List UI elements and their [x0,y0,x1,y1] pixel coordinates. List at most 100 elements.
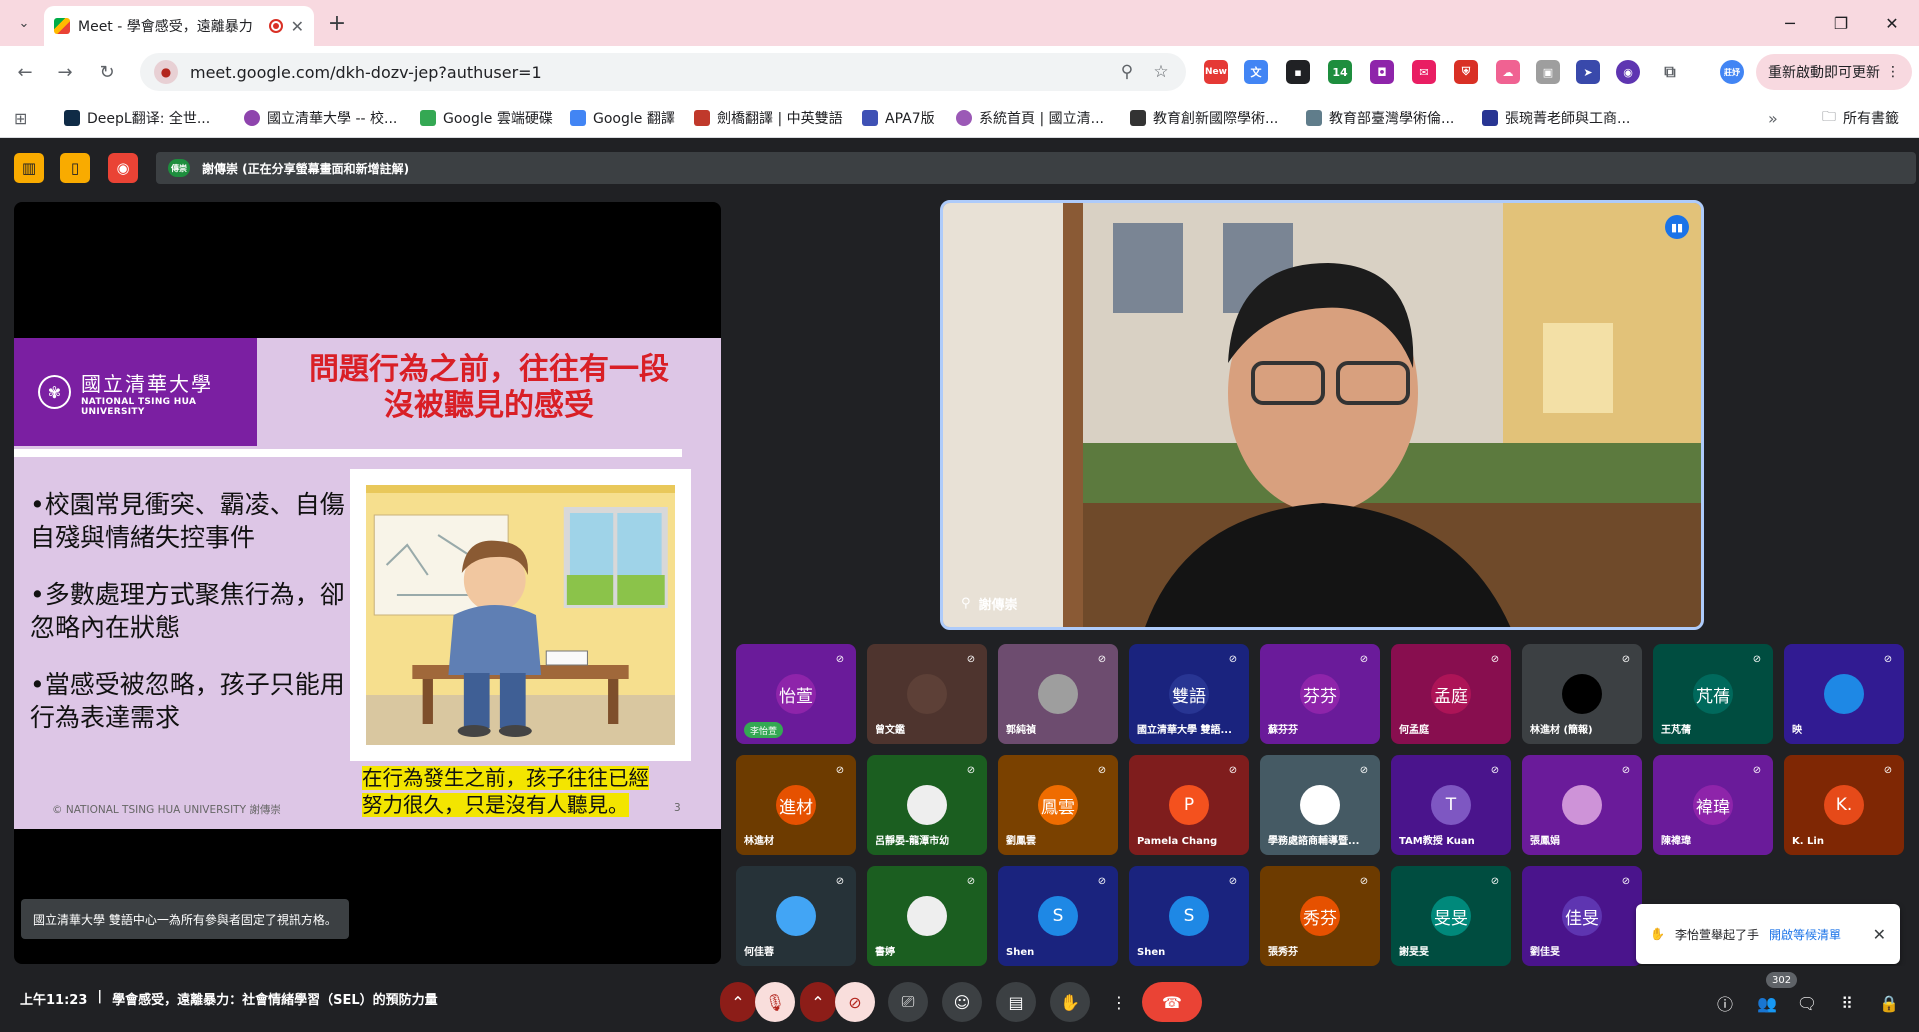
participant-name: 國立清華大學 雙語... [1137,725,1232,736]
bookmark-item[interactable]: APA7版 [862,107,935,129]
forward-icon[interactable]: → [52,59,78,85]
participant-tile[interactable]: 進材 ⊘ 林進材 [736,755,856,855]
extension-icon[interactable]: ✉ [1412,60,1436,84]
emoji-reactions-icon[interactable]: ☺ [942,982,982,1022]
participant-avatar [1038,674,1078,714]
microphone-in-use-icon[interactable]: ● [154,60,178,84]
all-bookmarks-button[interactable]: 🗀 所有書籤 [1822,107,1899,129]
bookmark-item[interactable]: Google 翻譯 [570,107,675,129]
bookmark-item[interactable]: DeepL翻译: 全世... [64,107,210,129]
meeting-details-icon[interactable]: ⓘ [1710,988,1740,1018]
extension-icon[interactable]: ☁ [1496,60,1520,84]
participant-tile[interactable]: 鳳雲 ⊘ 劉鳳雲 [998,755,1118,855]
participant-tile[interactable]: K. ⊘ K. Lin [1784,755,1904,855]
screen-share-presentation[interactable]: ✾ 國立清華大學 NATIONAL TSING HUA UNIVERSITY 問… [14,202,721,964]
bookmark-star-icon[interactable]: ☆ [1150,62,1172,82]
restart-to-update-button[interactable]: 重新啟動即可更新 ⋮ [1756,54,1912,90]
participant-tile[interactable]: 雙語 ⊘ 國立清華大學 雙語... [1129,644,1249,744]
more-bookmarks-chevron-icon[interactable]: » [1768,107,1778,129]
captions-icon[interactable]: ▤ [996,982,1036,1022]
companion-icon[interactable]: ▯ [60,153,90,183]
participant-tile[interactable]: ⊘ 林進材 (簡報) [1522,644,1642,744]
tab-search-button[interactable]: ⌄ [12,11,36,35]
bookmark-item[interactable]: 劍橋翻譯 | 中英雙語 [694,107,843,129]
tab-close-icon[interactable]: ✕ [291,17,304,36]
toast-text: 李怡萱舉起了手 [1674,927,1759,942]
minimize-button[interactable]: ─ [1775,8,1805,38]
bookmark-item[interactable]: 張琬菁老師與工商... [1482,107,1630,129]
bookmark-item[interactable]: 國立清華大學 -- 校... [244,107,397,129]
activities-icon[interactable]: ⠿ [1832,988,1862,1018]
participant-tile[interactable]: ⊘ 書婷 [867,866,987,966]
bookmark-item[interactable]: 教育部臺灣學術倫... [1306,107,1454,129]
window-close-button[interactable]: ✕ [1877,8,1907,38]
bookmark-item[interactable]: 系統首頁 | 國立清... [956,107,1104,129]
new-tab-button[interactable]: + [324,10,350,36]
address-bar[interactable]: ● meet.google.com/dkh-dozv-jep?authuser=… [140,53,1186,91]
extension-icon[interactable]: ◉ [1616,60,1640,84]
profile-avatar[interactable]: 莊妤 [1720,60,1744,84]
participant-tile[interactable]: ⊘ 郭純禎 [998,644,1118,744]
speaker-video-tile[interactable]: ▮▮ ⚲ 謝傳崇 [940,200,1704,630]
camera-off-icon[interactable]: ⊘ [835,982,875,1022]
extension-count-icon[interactable]: 14 [1328,60,1352,84]
shield-extension-icon[interactable]: ⛨ [1454,60,1478,84]
more-options-icon[interactable]: ⋮ [1104,982,1134,1022]
participant-tile[interactable]: 孟庭 ⊘ 何孟庭 [1391,644,1511,744]
participant-tile[interactable]: S ⊘ Shen [998,866,1118,966]
people-icon[interactable]: 👥 [1752,988,1782,1018]
open-queue-link[interactable]: 開啟等候清單 [1769,926,1841,943]
participant-tile[interactable]: ⊘ 學務處諮商輔導暨... [1260,755,1380,855]
chat-icon[interactable]: 🗨 [1792,988,1822,1018]
browser-toolbar: ← → ↻ ● meet.google.com/dkh-dozv-jep?aut… [0,46,1919,98]
participant-tile[interactable]: 褘瑋 ⊘ 陳褘瑋 [1653,755,1773,855]
extension-icon[interactable]: ➤ [1576,60,1600,84]
participant-tile[interactable]: ⊘ 呂靜晏-龍潭市幼 [867,755,987,855]
raise-hand-icon[interactable]: ✋ [1050,982,1090,1022]
participant-tile[interactable]: ⊘ 何佳蓉 [736,866,856,966]
restore-button[interactable]: ❐ [1826,8,1856,38]
recording-icon[interactable]: ◉ [108,153,138,183]
audio-options-chevron-icon[interactable]: ⌃ [720,982,756,1022]
people-count-badge: 302 [1766,972,1798,988]
participant-tile[interactable]: 旻旻 ⊘ 謝旻旻 [1391,866,1511,966]
microphone-off-icon[interactable]: 🎙 [755,982,795,1022]
participant-tile[interactable]: ⊘ 映 [1784,644,1904,744]
participant-tile[interactable]: P ⊘ Pamela Chang [1129,755,1249,855]
back-icon[interactable]: ← [12,59,38,85]
toast-close-icon[interactable]: ✕ [1873,925,1886,944]
extension-icon[interactable]: ◘ [1370,60,1394,84]
participant-tile[interactable]: ⊘ 曾文鑑 [867,644,987,744]
url-text[interactable]: meet.google.com/dkh-dozv-jep?authuser=1 [190,63,1104,82]
mic-muted-icon: ⊘ [835,875,845,887]
bookmark-item[interactable]: Google 雲端硬碟 [420,107,553,129]
zoom-icon[interactable]: ⚲ [1116,62,1138,82]
annotation-off-icon[interactable]: ▥ [14,153,44,183]
more-menu-icon[interactable]: ⋮ [1886,64,1900,80]
apps-grid-icon[interactable]: ⊞ [14,107,27,129]
extensions-puzzle-icon[interactable]: ⧉ [1658,60,1682,84]
participant-tile[interactable]: 芬芬 ⊘ 蘇芬芬 [1260,644,1380,744]
participant-tile[interactable]: 佳旻 ⊘ 劉佳旻 [1522,866,1642,966]
present-screen-icon[interactable]: ⎚ [888,982,928,1022]
host-controls-icon[interactable]: 🔒 [1874,988,1904,1018]
participant-name: 謝旻旻 [1399,947,1429,958]
update-label: 重新啟動即可更新 [1768,65,1880,81]
participant-tile[interactable]: 秀芬 ⊘ 張秀芬 [1260,866,1380,966]
reload-icon[interactable]: ↻ [94,59,120,85]
browser-tab-meet[interactable]: Meet - 學會感受，遠離暴力 ✕ [44,6,314,46]
participant-tile[interactable]: ⊘ 張鳳娟 [1522,755,1642,855]
extension-icon[interactable]: ▣ [1536,60,1560,84]
presenter-badge: 傳崇 [168,159,190,177]
translate-extension-icon[interactable]: 文 [1244,60,1268,84]
bookmarks-bar: ⊞ DeepL翻译: 全世... 國立清華大學 -- 校... Google 雲… [0,98,1919,138]
extension-new-icon[interactable]: New [1204,60,1228,84]
bookmark-item[interactable]: 教育創新國際學術... [1130,107,1278,129]
video-options-chevron-icon[interactable]: ⌃ [800,982,836,1022]
leave-call-icon[interactable]: ☎ [1142,982,1202,1022]
participant-tile[interactable]: 芃蒨 ⊘ 王芃蒨 [1653,644,1773,744]
participant-tile[interactable]: 怡萱 ⊘ 李怡萱 [736,644,856,744]
participant-tile[interactable]: S ⊘ Shen [1129,866,1249,966]
participant-tile[interactable]: T ⊘ TAM教授 Kuan [1391,755,1511,855]
extension-icon[interactable]: ▪ [1286,60,1310,84]
